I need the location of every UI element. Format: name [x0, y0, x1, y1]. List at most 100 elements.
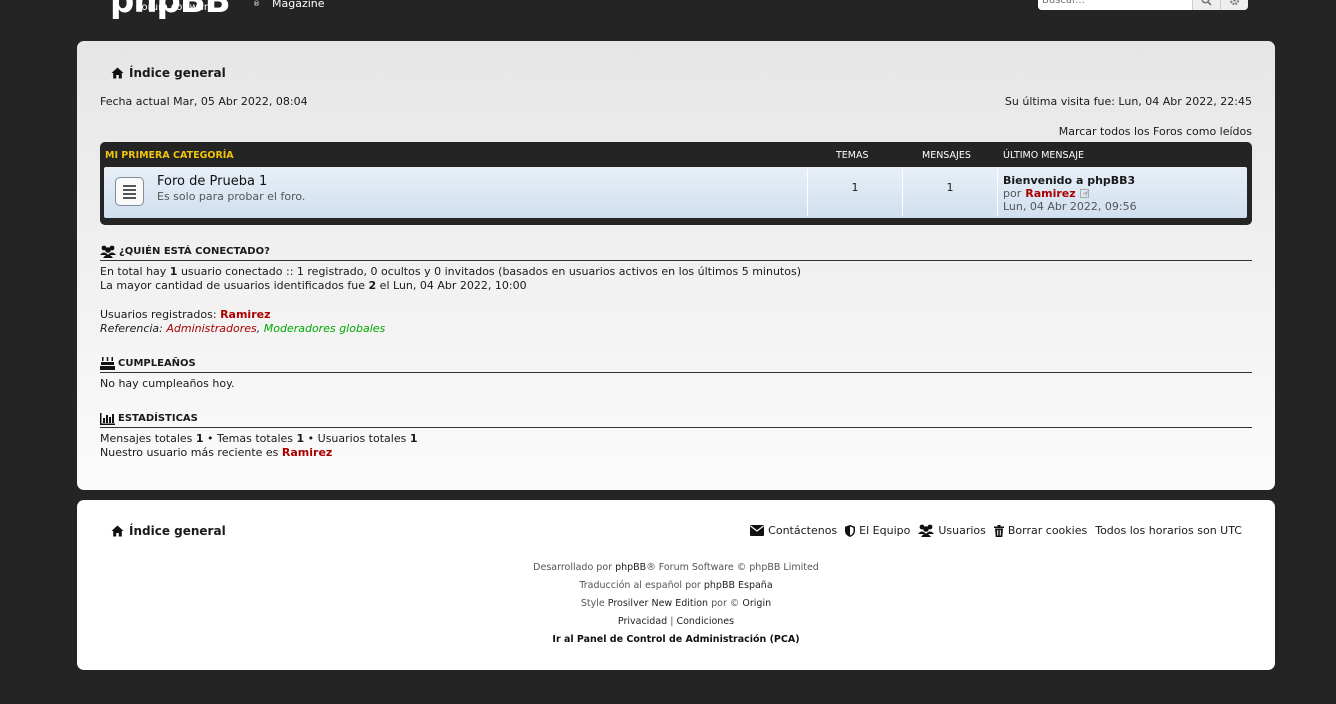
forum-posts-count: 1 [946, 181, 954, 194]
column-last-post-header: ÚLTIMO MENSAJE [1003, 150, 1085, 161]
who-is-online-title: ¿QUIÉN ESTÁ CONECTADO? [119, 246, 270, 257]
credit-powered-by: Desarrollado por phpBB® Forum Software ©… [77, 559, 1275, 577]
main-panel: Índice general Fecha actual Mar, 05 Abr … [77, 41, 1275, 490]
breadcrumb[interactable]: Índice general [111, 66, 226, 80]
category-box: MI PRIMERA CATEGORÍA TEMAS MENSAJES ÚLTI… [100, 142, 1252, 225]
column-posts-header: MENSAJES [922, 150, 971, 161]
advanced-search-button[interactable] [1219, 0, 1248, 10]
users-icon [100, 245, 116, 258]
phpbb-link[interactable]: phpBB [615, 562, 646, 573]
online-record-suffix: el Lun, 04 Abr 2022, 10:00 [376, 279, 527, 292]
phpbb-logo[interactable]: phpBB forum software ® [110, 0, 260, 18]
home-icon [111, 67, 124, 79]
footer-home-link[interactable]: Índice general [129, 524, 226, 538]
current-date: Fecha actual Mar, 05 Abr 2022, 08:04 [100, 95, 308, 108]
last-post-by-label: por [1003, 187, 1022, 200]
newest-user-label: Nuestro usuario más reciente es [100, 446, 282, 459]
envelope-icon [750, 525, 765, 536]
category-title[interactable]: MI PRIMERA CATEGORÍA [105, 150, 234, 161]
footer-panel: Índice general Contáctenos El Equipo Usu… [77, 500, 1275, 670]
privacy-terms-separator: | [670, 616, 674, 627]
site-name[interactable]: Magazine [272, 0, 325, 10]
legend-administrators-link[interactable]: Administradores [166, 322, 256, 335]
terms-link[interactable]: Condiciones [676, 616, 734, 627]
credit-style-by: por © [708, 598, 743, 609]
total-topics-count: 1 [296, 432, 305, 445]
shield-icon [845, 524, 856, 537]
credit-style-prefix: Style [580, 598, 608, 609]
online-summary: En total hay 1 usuario conectado :: 1 re… [100, 265, 801, 293]
online-total-line: En total hay 1 usuario conectado :: 1 re… [100, 265, 801, 279]
statistics-text: Mensajes totales 1 • Temas totales 1 • U… [100, 432, 417, 460]
legend-global-moderators-link[interactable]: Moderadores globales [264, 322, 386, 335]
search-icon [1201, 0, 1212, 6]
last-post-title-link[interactable]: Bienvenido a phpBB3 [1003, 174, 1137, 187]
style-author-link[interactable]: Origin [742, 598, 771, 609]
view-latest-post-icon[interactable] [1079, 188, 1090, 199]
forum-title-link[interactable]: Foro de Prueba 1 [157, 174, 267, 189]
registered-users-label: Usuarios registrados: [100, 308, 221, 321]
delete-cookies-link[interactable]: Borrar cookies [993, 524, 1088, 537]
total-posts-label: Mensajes totales [100, 432, 196, 445]
phpbb-espana-link[interactable]: phpBB España [704, 580, 773, 591]
footer-links: Contáctenos El Equipo Usuarios Borrar co… [750, 524, 1242, 537]
who-is-online-heading[interactable]: ¿QUIÉN ESTÁ CONECTADO? [100, 243, 1252, 261]
statistics-heading: ESTADÍSTICAS [100, 410, 1252, 428]
registered-user-link[interactable]: Ramirez [220, 308, 270, 321]
online-total-suffix: usuario conectado :: 1 registrado, 0 ocu… [177, 265, 801, 278]
search-input[interactable] [1038, 0, 1192, 10]
footer-breadcrumb[interactable]: Índice general [111, 524, 226, 538]
column-divider [997, 169, 998, 216]
contact-link[interactable]: Contáctenos [750, 524, 837, 537]
search-button[interactable] [1191, 0, 1220, 10]
delete-cookies-label: Borrar cookies [1007, 524, 1088, 537]
birthdays-heading: CUMPLEAÑOS [100, 355, 1252, 373]
online-record-prefix: La mayor cantidad de usuarios identifica… [100, 279, 369, 292]
privacy-link[interactable]: Privacidad [618, 616, 667, 627]
trash-icon [993, 524, 1004, 537]
privacy-terms-line: Privacidad | Condiciones [77, 613, 1275, 631]
registered-mark-icon: ® [253, 0, 260, 8]
search-box [1038, 0, 1248, 10]
legend-label: Referencia: [100, 322, 167, 335]
acp-link[interactable]: Ir al Panel de Control de Administración… [552, 634, 799, 645]
bar-chart-icon [100, 412, 115, 425]
statistics-totals-line: Mensajes totales 1 • Temas totales 1 • U… [100, 432, 417, 446]
forum-read-icon [115, 177, 144, 206]
credit-translation-prefix: Traducción al español por [579, 580, 704, 591]
total-posts-count: 1 [195, 432, 204, 445]
statistics-title: ESTADÍSTICAS [118, 413, 198, 424]
last-visit: Su última visita fue: Lun, 04 Abr 2022, … [1004, 95, 1252, 108]
online-record-line: La mayor cantidad de usuarios identifica… [100, 279, 801, 293]
logo-subtitle: forum software [138, 2, 214, 13]
gear-icon [1229, 0, 1240, 5]
forum-row: Foro de Prueba 1 Es solo para probar el … [104, 167, 1247, 218]
total-users-count: 1 [409, 432, 418, 445]
newest-user-link[interactable]: Ramirez [282, 446, 332, 459]
acp-line: Ir al Panel de Control de Administración… [77, 631, 1275, 649]
total-topics-label: • Temas totales [203, 432, 297, 445]
last-post-user-link[interactable]: Ramirez [1025, 187, 1075, 200]
timezone-text: Todos los horarios son UTC [1095, 524, 1242, 537]
credit-translation: Traducción al español por phpBB España [77, 577, 1275, 595]
newest-user-line: Nuestro usuario más reciente es Ramirez [100, 446, 417, 460]
contact-label: Contáctenos [768, 524, 838, 537]
legend-separator: , [256, 322, 264, 335]
members-link[interactable]: Usuarios [918, 524, 986, 537]
birthdays-text: No hay cumpleaños hoy. [100, 377, 235, 390]
team-link[interactable]: El Equipo [845, 524, 910, 537]
breadcrumb-home-link[interactable]: Índice general [129, 66, 226, 80]
online-total-prefix: En total hay [100, 265, 170, 278]
birthday-cake-icon [100, 357, 115, 370]
column-topics-header: TEMAS [836, 150, 869, 161]
legend-line: Referencia: Administradores, Moderadores… [100, 322, 385, 336]
users-icon [918, 524, 935, 537]
last-post-info: Bienvenido a phpBB3 por Ramirez Lun, 04 … [1003, 174, 1137, 213]
last-post-date: Lun, 04 Abr 2022, 09:56 [1003, 200, 1137, 213]
footer-credits: Desarrollado por phpBB® Forum Software ©… [77, 559, 1275, 649]
mark-forums-read-link[interactable]: Marcar todos los Foros como leídos [1059, 125, 1252, 138]
credit-powered-suffix: ® Forum Software © phpBB Limited [646, 562, 819, 573]
style-name-link[interactable]: Prosilver New Edition [608, 598, 708, 609]
members-label: Usuarios [938, 524, 986, 537]
total-users-label: • Usuarios totales [304, 432, 410, 445]
